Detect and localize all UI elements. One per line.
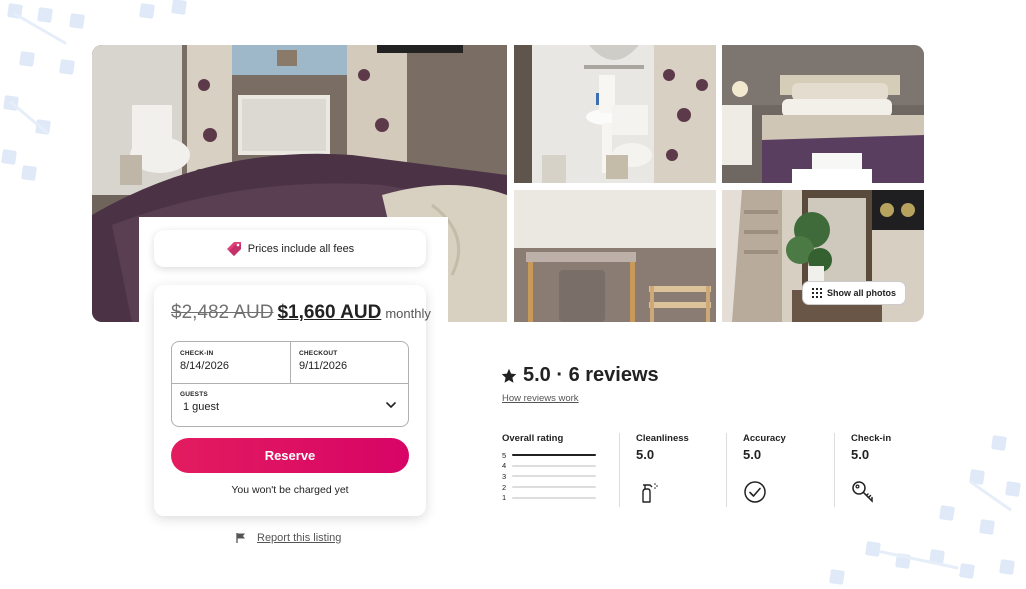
category-score: 5.0 [743, 447, 762, 462]
show-all-photos-button[interactable]: Show all photos [802, 281, 906, 305]
checkout-label: CHECKOUT [299, 350, 338, 357]
category-score: 5.0 [851, 447, 870, 462]
fees-notice-card: Prices include all fees [154, 230, 426, 267]
fees-notice-text: Prices include all fees [247, 242, 355, 255]
rating-bar-label: 5 [502, 450, 507, 460]
reviews-heading-text: 5.0 · 6 reviews [523, 364, 659, 386]
report-listing-link[interactable]: Report this listing [257, 532, 341, 544]
checkin-value: 8/14/2026 [180, 360, 229, 372]
listing-photo-bathroom[interactable] [514, 45, 716, 183]
guests-dropdown[interactable]: GUESTS 1 guest [172, 383, 408, 427]
category-accuracy: Accuracy 5.0 [726, 433, 834, 507]
chevron-down-icon [386, 402, 396, 408]
overall-rating-title: Overall rating [502, 433, 564, 444]
rating-bar-track [512, 454, 596, 457]
guests-label: GUESTS [180, 391, 208, 398]
checkout-field[interactable]: CHECKOUT 9/11/2026 [291, 342, 409, 383]
price-tag-icon [226, 241, 241, 256]
reviews-heading: 5.0 · 6 reviews [501, 364, 659, 387]
discounted-price[interactable]: $1,660 AUD [277, 302, 381, 324]
original-price: $2,482 AUD [171, 302, 274, 323]
price-row: $2,482 AUD $1,660 AUD monthly [171, 302, 431, 324]
category-title: Cleanliness [636, 433, 689, 444]
checkout-value: 9/11/2026 [299, 360, 348, 372]
category-score: 5.0 [636, 447, 655, 462]
rating-bar-label: 1 [502, 493, 507, 503]
rating-bar-row: 2 [502, 482, 606, 493]
no-charge-note: You won't be charged yet [231, 484, 349, 496]
report-listing-row: Report this listing [235, 532, 341, 544]
rating-bar-fill [512, 454, 596, 457]
key-icon [852, 481, 873, 503]
booking-card: $2,482 AUD $1,660 AUD monthly CHECK-IN 8… [154, 285, 431, 516]
category-title: Accuracy [743, 433, 786, 444]
rating-distribution: 5 4 3 2 1 [502, 450, 606, 503]
category-cleanliness: Cleanliness 5.0 [619, 433, 726, 507]
grid-icon [812, 288, 822, 298]
rating-bar-label: 2 [502, 482, 507, 492]
rating-bar-track [512, 496, 596, 499]
listing-photo-bed[interactable] [722, 45, 924, 183]
star-icon [501, 368, 517, 383]
rating-bar-row: 1 [502, 492, 606, 503]
rating-bar-row: 5 [502, 450, 606, 461]
rating-bar-track [512, 475, 596, 478]
dates-guests-picker: CHECK-IN 8/14/2026 CHECKOUT 9/11/2026 GU… [171, 341, 409, 427]
rating-bar-row: 4 [502, 461, 606, 472]
how-reviews-work-link[interactable]: How reviews work [502, 393, 579, 404]
rating-bar-label: 3 [502, 471, 507, 481]
overall-rating-block: Overall rating 5 4 3 2 1 [502, 433, 606, 503]
spray-bottle-icon [642, 483, 658, 503]
rating-bar-track [512, 486, 596, 489]
flag-icon [236, 533, 245, 543]
price-period: monthly [385, 306, 431, 321]
guests-value: 1 guest [183, 401, 220, 413]
show-all-photos-label: Show all photos [827, 288, 896, 298]
rating-bar-track [512, 464, 596, 467]
checkin-field[interactable]: CHECK-IN 8/14/2026 [172, 342, 291, 383]
category-checkin: Check-in 5.0 [834, 433, 934, 507]
category-title: Check-in [851, 433, 892, 444]
check-circle-icon [744, 481, 766, 503]
listing-photo-desk[interactable] [514, 190, 716, 322]
rating-bar-row: 3 [502, 471, 606, 482]
rating-bar-label: 4 [502, 461, 507, 471]
checkin-label: CHECK-IN [180, 350, 214, 357]
reserve-button[interactable]: Reserve [171, 438, 409, 473]
